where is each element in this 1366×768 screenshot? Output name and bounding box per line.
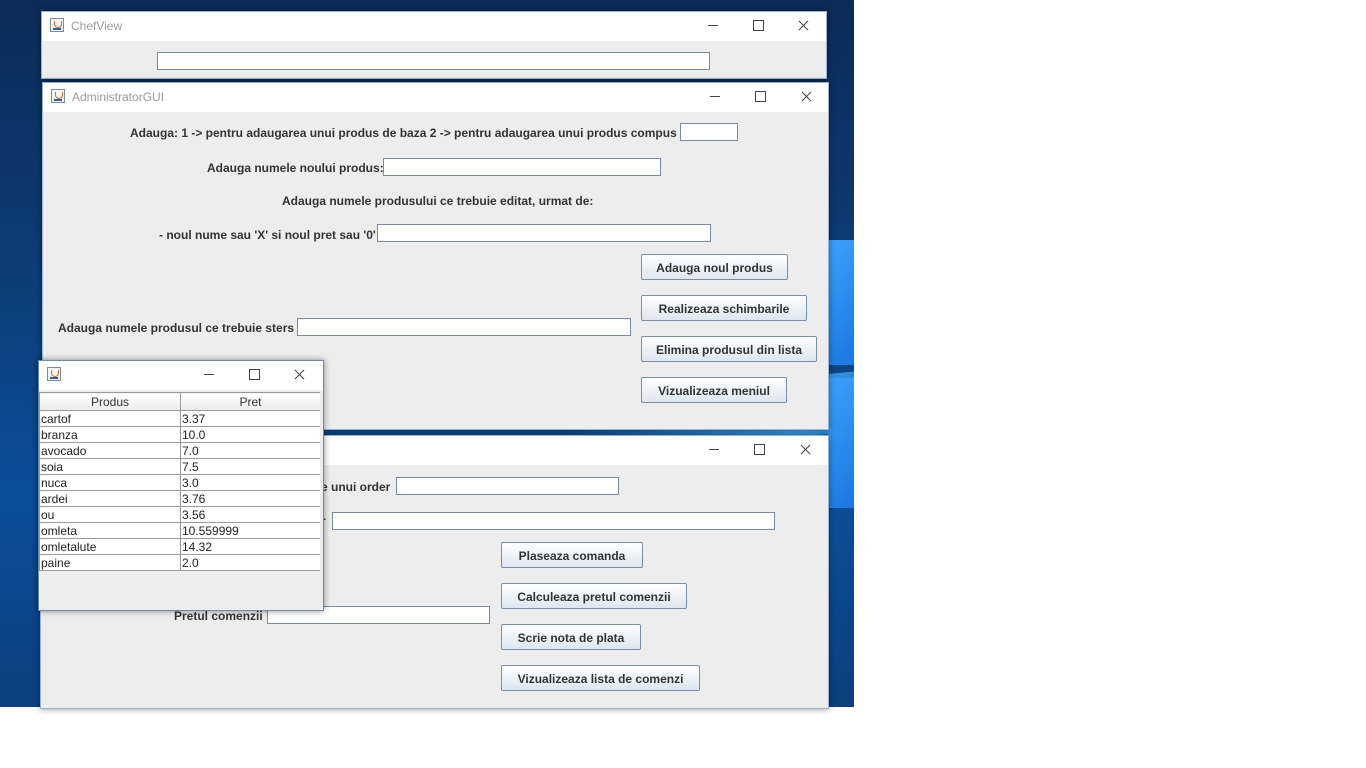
cell-produs[interactable]: omleta [39, 522, 181, 539]
minimize-icon[interactable] [705, 89, 725, 105]
compute-price-button[interactable]: Calculeaza pretul comenzii [501, 583, 687, 609]
close-icon[interactable] [795, 442, 815, 458]
menu-table-window: Produs Pret cartof 3.37 branza 10.0 avocad… [38, 360, 324, 611]
java-app-icon [50, 18, 64, 32]
close-icon[interactable] [796, 89, 816, 105]
cell-pret[interactable]: 10.559999 [180, 522, 320, 539]
minimize-icon[interactable] [199, 367, 219, 383]
order-id-label: e unui order [321, 480, 391, 494]
cell-pret[interactable]: 3.56 [180, 506, 320, 523]
add-type-label: Adauga: 1 -> pentru adaugarea unui produ… [130, 126, 677, 140]
table-row[interactable]: ardei 3.76 [39, 490, 320, 507]
windows-logo-pane [828, 240, 854, 365]
add-type-field[interactable] [680, 123, 738, 141]
cell-pret[interactable]: 7.0 [180, 442, 320, 459]
table-row[interactable]: nuca 3.0 [39, 474, 320, 491]
table-row[interactable]: branza 10.0 [39, 426, 320, 443]
cell-pret[interactable]: 3.37 [180, 410, 320, 427]
chefview-titlebar[interactable]: ChefView [42, 12, 826, 41]
maximize-icon[interactable] [748, 18, 768, 34]
order-id-field[interactable] [396, 477, 619, 495]
menu-table: Produs Pret cartof 3.37 branza 10.0 avocad… [39, 392, 320, 571]
delete-product-button[interactable]: Elimina produsul din lista [641, 336, 817, 362]
cell-produs[interactable]: avocado [39, 442, 181, 459]
view-menu-button[interactable]: Vizualizeaza meniul [641, 377, 787, 403]
menu-table-scroll[interactable]: Produs Pret cartof 3.37 branza 10.0 avocad… [39, 392, 320, 608]
menu-table-titlebar[interactable] [39, 361, 323, 390]
table-row[interactable]: omletalute 14.32 [39, 538, 320, 555]
java-app-icon [51, 89, 65, 103]
view-orders-button[interactable]: Vizualizeaza lista de comenzi [501, 665, 700, 691]
write-bill-button[interactable]: Scrie nota de plata [501, 624, 641, 650]
add-product-button[interactable]: Adauga noul produs [641, 254, 788, 280]
order-price-label: Pretul comenzii [174, 609, 263, 623]
minimize-icon[interactable] [704, 442, 724, 458]
window-title: AdministratorGUI [72, 90, 165, 104]
cell-produs[interactable]: soia [39, 458, 181, 475]
table-row[interactable]: cartof 3.37 [39, 410, 320, 427]
maximize-icon[interactable] [749, 442, 769, 458]
delete-product-label: Adauga numele produsul ce trebuie sters [58, 321, 295, 335]
chef-orders-field[interactable] [157, 52, 710, 70]
window-title: ChefView [71, 19, 123, 33]
place-order-button[interactable]: Plaseaza comanda [501, 542, 643, 568]
cell-produs[interactable]: nuca [39, 474, 181, 491]
edit-product-field[interactable] [377, 224, 711, 242]
close-icon[interactable] [289, 367, 309, 383]
cell-pret[interactable]: 7.5 [180, 458, 320, 475]
column-header-produs[interactable]: Produs [39, 392, 181, 411]
cell-produs[interactable]: ou [39, 506, 181, 523]
cell-pret[interactable]: 3.0 [180, 474, 320, 491]
close-icon[interactable] [793, 18, 813, 34]
table-row[interactable]: paine 2.0 [39, 554, 320, 571]
table-row[interactable]: omleta 10.559999 [39, 522, 320, 539]
admin-titlebar[interactable]: AdministratorGUI [43, 83, 828, 112]
maximize-icon[interactable] [750, 89, 770, 105]
chefview-window: ChefView [41, 11, 827, 79]
cell-produs[interactable]: ardei [39, 490, 181, 507]
order-products-field[interactable] [332, 512, 775, 530]
java-app-icon [47, 367, 61, 381]
cell-produs[interactable]: paine [39, 554, 181, 571]
cell-produs[interactable]: branza [39, 426, 181, 443]
cell-pret[interactable]: 10.0 [180, 426, 320, 443]
minimize-icon[interactable] [703, 18, 723, 34]
table-header-row: Produs Pret [39, 392, 320, 411]
delete-product-field[interactable] [297, 318, 631, 336]
new-product-name-field[interactable] [383, 158, 661, 176]
edit-product-sublabel: - noul nume sau 'X' si noul pret sau '0' [159, 228, 376, 242]
cell-pret[interactable]: 3.76 [180, 490, 320, 507]
table-row[interactable]: avocado 7.0 [39, 442, 320, 459]
windows-logo-pane [828, 378, 854, 508]
cell-pret[interactable]: 14.32 [180, 538, 320, 555]
table-row[interactable]: soia 7.5 [39, 458, 320, 475]
maximize-icon[interactable] [244, 367, 264, 383]
apply-changes-button[interactable]: Realizeaza schimbarile [641, 295, 807, 321]
cell-produs[interactable]: omletalute [39, 538, 181, 555]
table-row[interactable]: ou 3.56 [39, 506, 320, 523]
cell-pret[interactable]: 2.0 [180, 554, 320, 571]
cell-produs[interactable]: cartof [39, 410, 181, 427]
new-product-name-label: Adauga numele noului produs: [207, 161, 384, 175]
column-header-pret[interactable]: Pret [180, 392, 320, 411]
edit-product-label: Adauga numele produsului ce trebuie edit… [282, 194, 594, 208]
